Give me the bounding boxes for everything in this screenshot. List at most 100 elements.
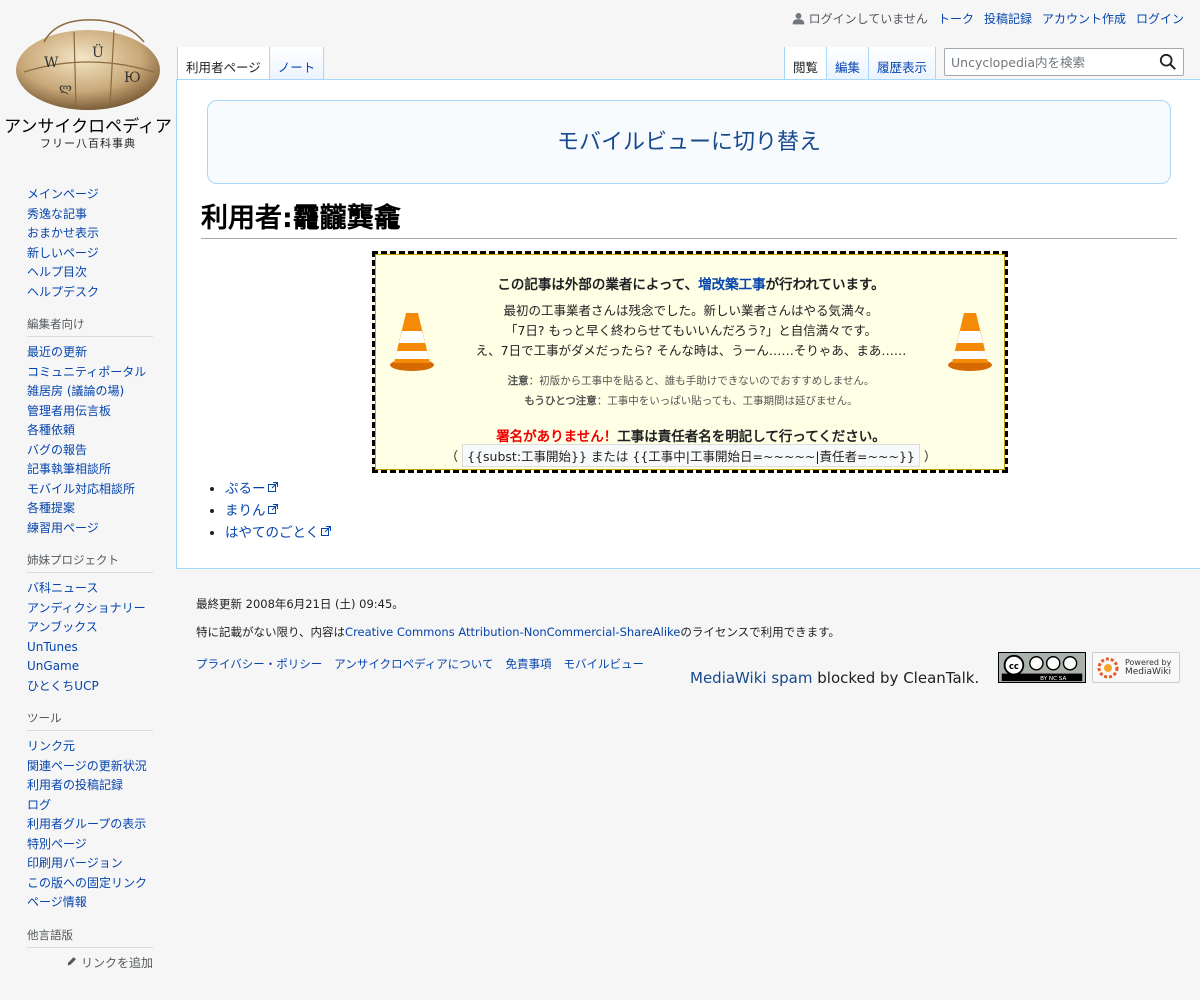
cc-license-badge[interactable]: cc BY NC SA — [998, 652, 1086, 683]
list-item: はやてのごとく — [225, 522, 332, 544]
license-info: 特に記載がない限り、内容はCreative Commons Attributio… — [196, 625, 840, 639]
sidebar-item-helpdesk[interactable]: ヘルプデスク — [27, 285, 99, 299]
template-code-line: （ {{subst:工事開始}} または {{工事中|工事開始日=~~~~~|責… — [376, 444, 1006, 467]
sidebar-item-sandbox[interactable]: 練習用ページ — [27, 521, 99, 535]
notice-line: 「7日? もっと早く終わらせてもいいんだろう?」と自信満々です。 — [504, 323, 878, 338]
construction-notice-inner: この記事は外部の業者によって、増改築工事が行われています。 最初の工事業者さんは… — [375, 254, 1005, 470]
sidebar-item-news[interactable]: バ科ニュース — [27, 581, 98, 595]
notice-line: え、7日で工事がダメだったら? そんな時は、うーん……そりゃあ、まあ…… — [475, 343, 907, 358]
sidebar-item-community-portal[interactable]: コミュニティポータル — [27, 365, 146, 379]
personal-tools: ログインしていません トーク 投稿記録 アカウント作成 ログイン — [792, 10, 1184, 27]
renovation-link[interactable]: 増改築工事 — [698, 277, 766, 293]
contributions-link[interactable]: 投稿記録 — [984, 10, 1032, 27]
cc-badge-label: BY NC SA — [1040, 676, 1066, 682]
sidebar-tools: ツール リンク元 関連ページの更新状況 利用者の投稿記録 ログ 利用者グループの… — [27, 710, 153, 913]
svg-text:ლ: ლ — [59, 81, 72, 95]
sidebar: メインページ 秀逸な記事 おまかせ表示 新しいページ ヘルプ目次 ヘルプデスク … — [0, 180, 176, 985]
search-box — [944, 48, 1184, 76]
sidebar-item-proposals[interactable]: 各種提案 — [27, 501, 75, 515]
tab-edit[interactable]: 編集 — [827, 47, 870, 80]
search-icon[interactable] — [1159, 53, 1177, 71]
external-link[interactable]: まりん — [225, 503, 266, 519]
sidebar-item-printable[interactable]: 印刷用バージョン — [27, 856, 123, 870]
cleantalk-notice: MediaWiki spam blocked by CleanTalk. — [690, 669, 980, 687]
notice-notes: 注意：初版から工事中を貼ると、誰も手助けできないのでおすすめしません。 もうひと… — [376, 371, 1006, 411]
sidebar-item-untunes[interactable]: UnTunes — [27, 640, 78, 654]
svg-text:Ü: Ü — [92, 43, 104, 61]
external-link[interactable]: はやてのごとく — [225, 525, 319, 541]
site-tagline: フリー八百科事典 — [40, 137, 136, 150]
sidebar-item-permalink[interactable]: この版への固定リンク — [27, 876, 147, 890]
page-title: 利用者:龗龖龔龕 — [201, 202, 1177, 239]
login-link[interactable]: ログイン — [1136, 10, 1184, 27]
svg-text:Ю: Ю — [124, 70, 141, 86]
footer: 最終更新 2008年6月21日 (土) 09:45。 特に記載がない限り、内容は… — [196, 596, 1186, 687]
not-logged-in-text: ログインしていません — [808, 12, 928, 26]
sidebar-item-books[interactable]: アンブックス — [27, 620, 98, 634]
add-links-button[interactable]: リンクを追加 — [27, 954, 153, 971]
view-tabs: 閲覧 編集 履歴表示 — [784, 47, 937, 80]
template-code: {{subst:工事開始}} または {{工事中|工事開始日=~~~~~|責任者… — [462, 444, 920, 467]
sidebar-item-mobile-advice[interactable]: モバイル対応相談所 — [27, 482, 135, 496]
sidebar-item-ungame[interactable]: UnGame — [27, 659, 79, 673]
privacy-policy-link[interactable]: プライバシー・ポリシー — [196, 656, 322, 672]
sidebar-item-writing-advice[interactable]: 記事執筆相談所 — [27, 462, 111, 476]
pencil-icon — [67, 956, 77, 965]
mobile-view-link[interactable]: モバイルビュー — [563, 656, 644, 672]
sidebar-editors: 編集者向け 最近の更新 コミュニティポータル 雑居房 (議論の場) 管理者用伝言… — [27, 316, 153, 538]
puzzle-globe-logo: W Ü Ю ლ — [16, 19, 160, 110]
sidebar-item-user-groups[interactable]: 利用者グループの表示 — [27, 817, 146, 831]
sidebar-heading-languages: 他言語版 — [27, 927, 153, 948]
sidebar-languages: 他言語版 リンクを追加 — [27, 927, 153, 971]
sidebar-item-page-info[interactable]: ページ情報 — [27, 895, 87, 909]
powered-by-mediawiki-badge[interactable]: Powered by MediaWiki — [1092, 652, 1180, 683]
sidebar-item-hitokuchi[interactable]: ひとくちUCP — [27, 679, 99, 693]
sidebar-item-special-pages[interactable]: 特別ページ — [27, 837, 87, 851]
sidebar-item-village-pump[interactable]: 雑居房 (議論の場) — [27, 384, 124, 398]
mediawiki-spam-link[interactable]: MediaWiki spam — [690, 669, 812, 687]
sidebar-item-main-page[interactable]: メインページ — [27, 187, 99, 201]
svg-text:cc: cc — [1009, 661, 1019, 671]
mediawiki-flower-icon — [1097, 657, 1119, 679]
sidebar-heading-tools: ツール — [27, 710, 153, 731]
sidebar-item-random[interactable]: おまかせ表示 — [27, 226, 99, 240]
sidebar-item-user-contributions[interactable]: 利用者の投稿記録 — [27, 778, 123, 792]
site-logo[interactable]: W Ü Ю ლ アンサイクロペディア フリー八百科事典 — [0, 0, 176, 160]
search-input[interactable] — [945, 49, 1145, 75]
tab-talk[interactable]: ノート — [269, 47, 325, 80]
construction-notice: この記事は外部の業者によって、増改築工事が行われています。 最初の工事業者さんは… — [372, 251, 1008, 473]
notice-note: 注意：初版から工事中を貼ると、誰も手助けできないのでおすすめしません。 — [507, 375, 875, 387]
mw-badge-line1: Powered by — [1125, 658, 1172, 667]
notice-title: この記事は外部の業者によって、増改築工事が行われています。 — [497, 277, 885, 293]
no-signature-warning: 署名がありません！ — [496, 429, 618, 445]
sidebar-item-admin-board[interactable]: 管理者用伝言板 — [27, 404, 111, 418]
create-account-link[interactable]: アカウント作成 — [1042, 10, 1126, 27]
sidebar-item-related-changes[interactable]: 関連ページの更新状況 — [27, 759, 147, 773]
sidebar-sister-projects: 姉妹プロジェクト バ科ニュース アンディクショナリー アンブックス UnTune… — [27, 552, 153, 696]
talk-link[interactable]: トーク — [938, 10, 974, 27]
about-link[interactable]: アンサイクロペディアについて — [334, 656, 493, 672]
sidebar-item-logs[interactable]: ログ — [27, 798, 51, 812]
tab-read[interactable]: 閲覧 — [784, 47, 828, 80]
external-link-icon — [267, 482, 278, 492]
anon-user-status: ログインしていません — [792, 10, 928, 27]
sidebar-item-new-pages[interactable]: 新しいページ — [27, 246, 99, 260]
sidebar-item-featured[interactable]: 秀逸な記事 — [27, 207, 87, 221]
sidebar-item-whatlinkshere[interactable]: リンク元 — [27, 739, 75, 753]
notice-note: もうひとつ注意：工事中をいっぱい貼っても、工事期間は延びません。 — [524, 395, 858, 407]
tab-history[interactable]: 履歴表示 — [869, 47, 937, 80]
site-name: アンサイクロペディア — [4, 117, 172, 137]
sidebar-item-recent-changes[interactable]: 最近の更新 — [27, 345, 87, 359]
external-link[interactable]: ぷるー — [225, 481, 266, 497]
mobile-view-switch[interactable]: モバイルビューに切り替え — [207, 100, 1171, 184]
sidebar-item-bug-report[interactable]: バグの報告 — [27, 443, 87, 457]
sidebar-item-help[interactable]: ヘルプ目次 — [27, 265, 87, 279]
license-link[interactable]: Creative Commons Attribution-NonCommerci… — [345, 625, 680, 639]
sidebar-navigation: メインページ 秀逸な記事 おまかせ表示 新しいページ ヘルプ目次 ヘルプデスク — [27, 185, 153, 302]
external-link-icon — [267, 504, 278, 514]
disclaimer-link[interactable]: 免責事項 — [505, 656, 551, 672]
tab-user-page[interactable]: 利用者ページ — [177, 47, 270, 80]
sidebar-item-dictionary[interactable]: アンディクショナリー — [27, 601, 146, 615]
list-item: まりん — [225, 500, 331, 522]
sidebar-item-requests[interactable]: 各種依頼 — [27, 423, 75, 437]
